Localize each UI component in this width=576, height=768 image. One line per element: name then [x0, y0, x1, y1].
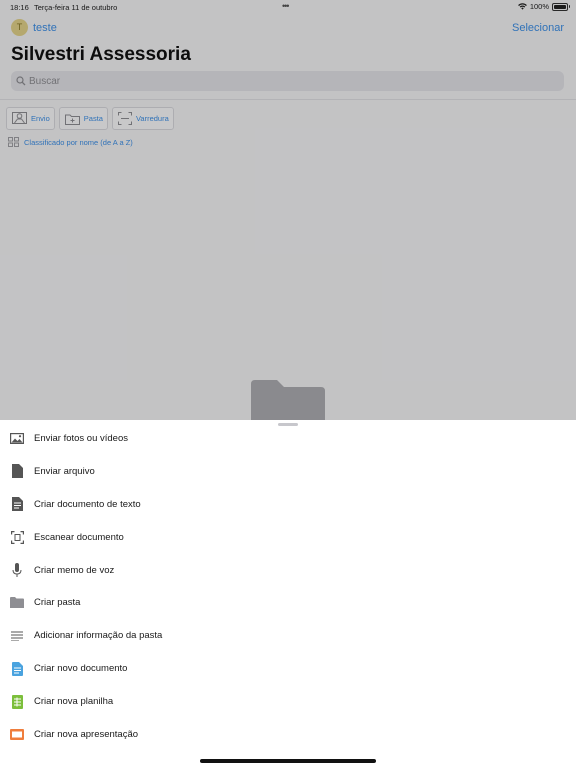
menu-item-upload-photos[interactable]: Enviar fotos ou vídeos: [0, 422, 576, 455]
create-action-sheet: Enviar fotos ou vídeos Enviar arquivo Cr…: [0, 420, 576, 768]
folder-icon: [10, 596, 24, 610]
lines-icon: [10, 629, 24, 643]
presentation-icon: [10, 727, 24, 741]
folder-icon: [251, 380, 325, 420]
action-menu: Enviar fotos ou vídeos Enviar arquivo Cr…: [0, 422, 576, 751]
menu-item-create-folder[interactable]: Criar pasta: [0, 586, 576, 619]
photo-icon: [10, 431, 24, 445]
menu-item-add-folder-info[interactable]: Adicionar informação da pasta: [0, 619, 576, 652]
menu-item-new-document[interactable]: Criar novo documento: [0, 652, 576, 685]
text-document-icon: [10, 497, 24, 512]
menu-item-label: Criar nova apresentação: [34, 728, 139, 740]
menu-item-label: Criar nova planilha: [34, 696, 114, 708]
scan-document-icon: [10, 530, 24, 544]
menu-item-label: Adicionar informação da pasta: [34, 630, 163, 642]
menu-item-label: Enviar arquivo: [34, 465, 95, 477]
menu-item-label: Criar documento de texto: [34, 498, 141, 510]
menu-item-upload-file[interactable]: Enviar arquivo: [0, 455, 576, 488]
menu-item-new-presentation[interactable]: Criar nova apresentação: [0, 718, 576, 751]
modal-dim-overlay[interactable]: [0, 0, 576, 420]
word-document-icon: [10, 661, 24, 676]
menu-item-voice-memo[interactable]: Criar memo de voz: [0, 554, 576, 587]
spreadsheet-icon: [10, 694, 24, 709]
menu-item-label: Criar memo de voz: [34, 564, 115, 576]
menu-item-label: Criar novo documento: [34, 663, 128, 675]
menu-item-label: Enviar fotos ou vídeos: [34, 432, 128, 444]
menu-item-label: Escanear documento: [34, 531, 124, 543]
menu-item-label: Criar pasta: [34, 597, 81, 609]
microphone-icon: [10, 563, 24, 577]
menu-item-new-spreadsheet[interactable]: Criar nova planilha: [0, 685, 576, 718]
menu-item-scan-document[interactable]: Escanear documento: [0, 521, 576, 554]
home-indicator[interactable]: [200, 759, 376, 763]
menu-item-create-text-document[interactable]: Criar documento de texto: [0, 488, 576, 521]
file-icon: [10, 464, 24, 479]
